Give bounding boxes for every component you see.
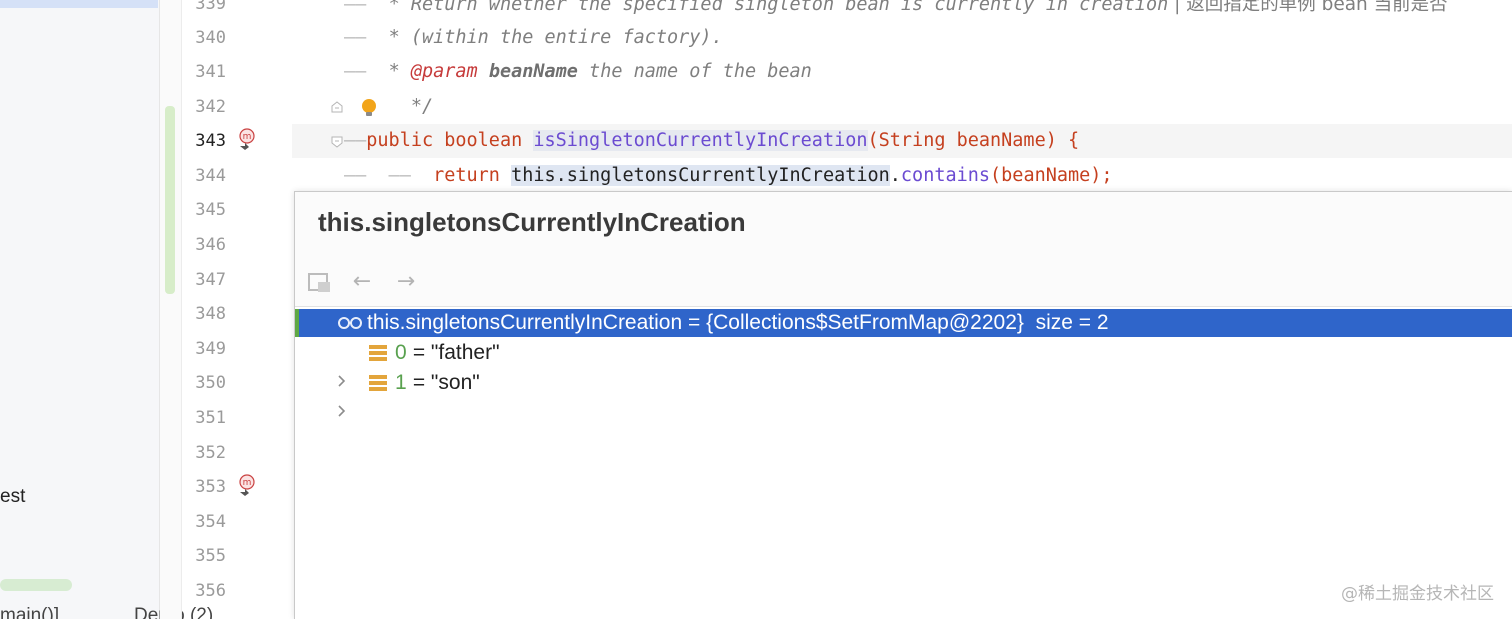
- watermark-text: @稀土掘金技术社区: [1341, 584, 1494, 604]
- forward-arrow-icon[interactable]: →: [393, 270, 419, 294]
- line-number: 356: [195, 581, 226, 601]
- popup-toolbar: ← →: [295, 262, 1512, 302]
- code-line-339: —— * Return whether the specified single…: [344, 0, 1448, 15]
- line-number-current: 343: [195, 131, 226, 151]
- project-selected-row[interactable]: [0, 0, 158, 8]
- tree-row-root[interactable]: this.singletonsCurrentlyInCreation = {Co…: [299, 309, 1512, 355]
- project-panel: est: [0, 0, 160, 619]
- field-stack-icon: [369, 345, 387, 361]
- method-override-icon[interactable]: m: [236, 128, 258, 150]
- line-number: 346: [195, 235, 226, 255]
- method-override-icon[interactable]: m: [236, 474, 258, 496]
- code-line-344: —— —— return this.singletonsCurrentlyInC…: [344, 165, 1113, 186]
- line-number: 345: [195, 200, 226, 220]
- line-number: 349: [195, 339, 226, 359]
- tree-row-child[interactable]: 0 = "father": [329, 339, 929, 387]
- chevron-right-icon[interactable]: [335, 397, 349, 425]
- horizontal-scrollbar[interactable]: [0, 579, 72, 591]
- root-expression-text: this.singletonsCurrentlyInCreation = {Co…: [367, 311, 1109, 334]
- fold-end-icon[interactable]: [330, 100, 344, 114]
- back-arrow-icon[interactable]: ←: [349, 270, 375, 294]
- gutter-margin: [160, 0, 182, 619]
- quick-evaluate-popup[interactable]: this.singletonsCurrentlyInCreation ← → t…: [294, 191, 1512, 619]
- line-number: 355: [195, 546, 226, 566]
- code-line-340: —— * (within the entire factory).: [344, 27, 723, 48]
- lightbulb-icon[interactable]: [358, 97, 380, 119]
- line-number: 353: [195, 477, 226, 497]
- line-number: 352: [195, 443, 226, 463]
- watch-glasses-icon: [338, 317, 362, 329]
- field-stack-icon: [369, 375, 387, 391]
- child-value: = "son": [407, 371, 480, 394]
- line-number: 341: [195, 62, 226, 82]
- code-line-343: ——public boolean isSingletonCurrentlyInC…: [344, 130, 1080, 151]
- line-number: 342: [195, 97, 226, 117]
- svg-text:m: m: [243, 478, 252, 488]
- line-number: 340: [195, 28, 226, 48]
- line-number-gutter: 339 340 341 342 343 344 345 346 347 348 …: [182, 0, 292, 619]
- child-index: 1: [395, 371, 407, 394]
- fold-start-icon[interactable]: [330, 135, 344, 149]
- bottom-tab-main[interactable]: main()]: [0, 605, 59, 619]
- collection-icon[interactable]: [307, 270, 333, 294]
- line-number: 354: [195, 512, 226, 532]
- tree-row-child[interactable]: 1 = "son": [329, 369, 929, 417]
- code-line-341: —— * @param beanName the name of the bea…: [344, 61, 812, 82]
- vcs-change-marker[interactable]: [165, 106, 175, 294]
- child-value: = "father": [407, 341, 500, 364]
- line-number: 348: [195, 304, 226, 324]
- line-number: 350: [195, 373, 226, 393]
- line-number: 347: [195, 270, 226, 290]
- variables-tree[interactable]: this.singletonsCurrentlyInCreation = {Co…: [295, 306, 1512, 619]
- chevron-down-icon[interactable]: [307, 337, 321, 365]
- line-number: 344: [195, 166, 226, 186]
- svg-text:m: m: [243, 132, 252, 142]
- child-index: 0: [395, 341, 407, 364]
- popup-title: this.singletonsCurrentlyInCreation: [318, 207, 746, 237]
- project-tree-item[interactable]: est: [0, 486, 25, 508]
- line-number: 339: [195, 0, 226, 14]
- line-number: 351: [195, 408, 226, 428]
